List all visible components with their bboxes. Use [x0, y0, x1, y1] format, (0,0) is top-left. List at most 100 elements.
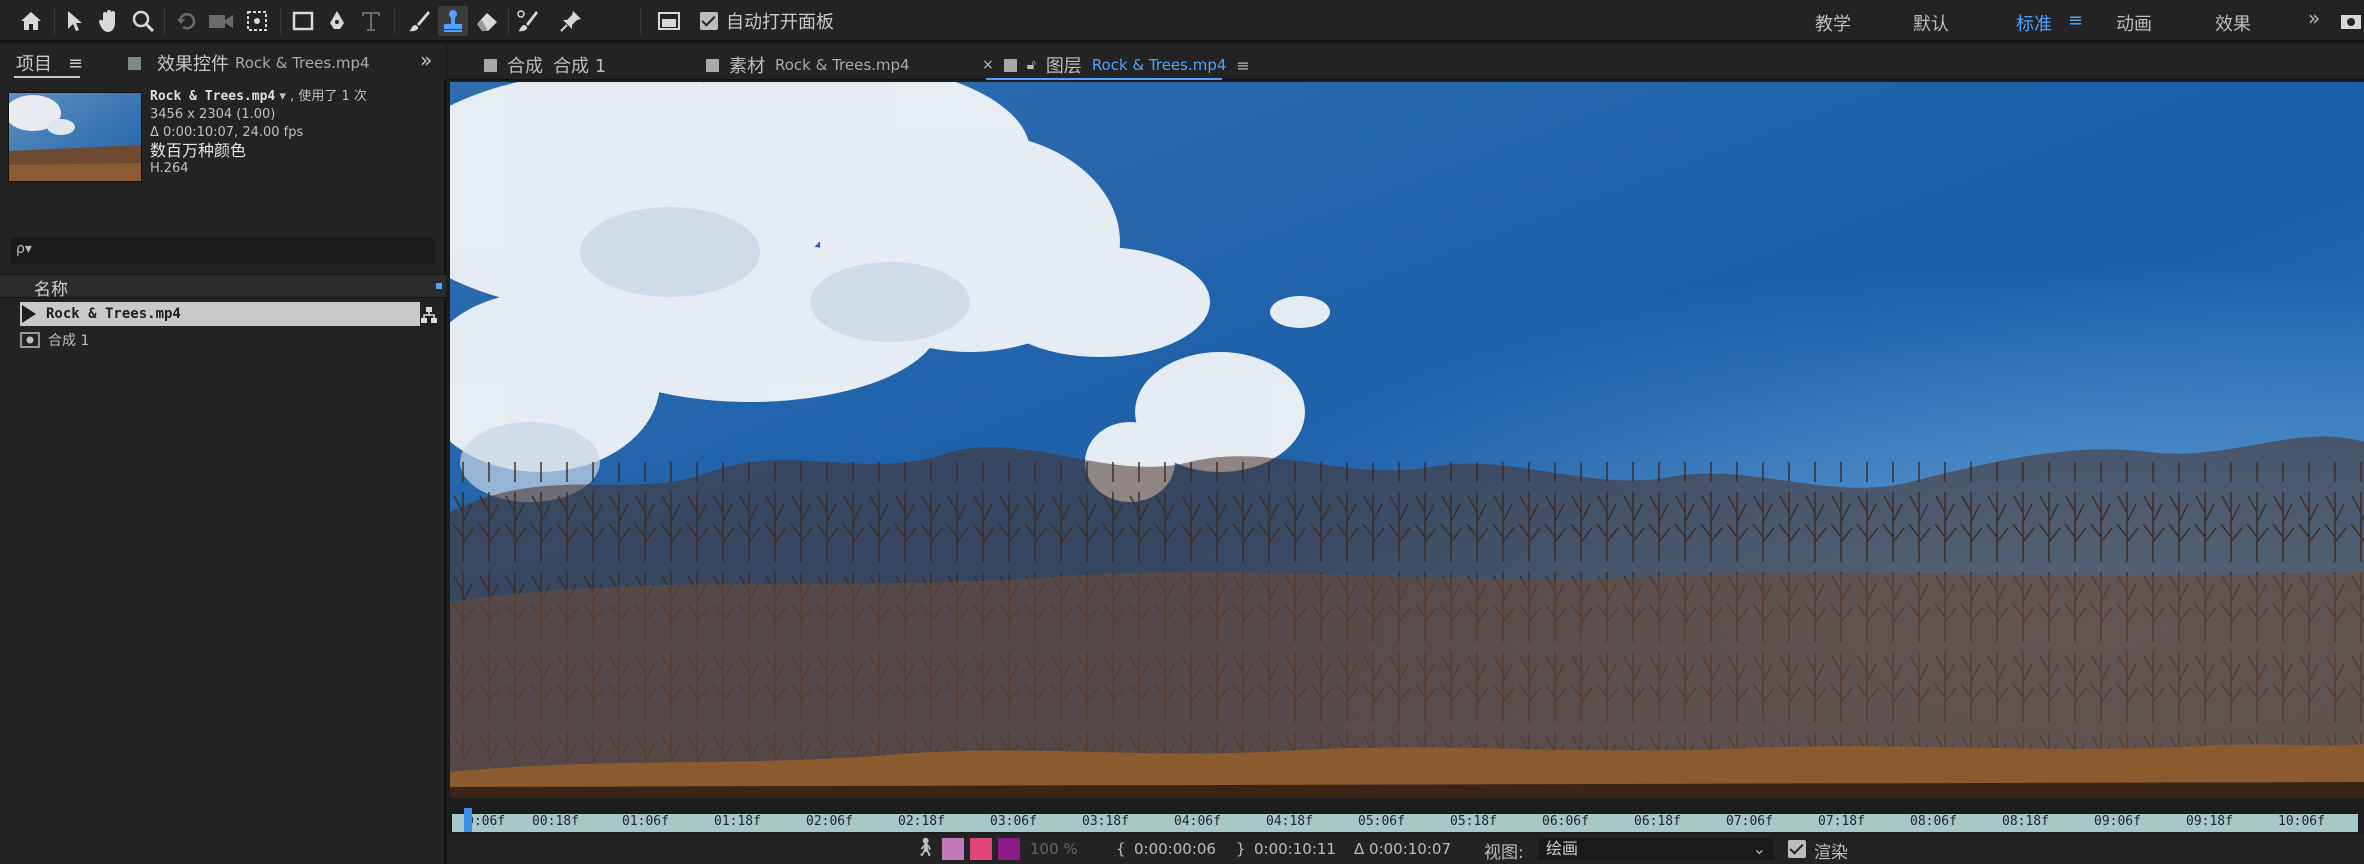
ruler-tick: 01:18f [714, 814, 761, 829]
panel-overflow-icon[interactable]: » [420, 48, 432, 72]
tab-footage-prefix: 素材 [729, 56, 765, 77]
viewer-controls: 🚶︎ 100 % { 0:00:00:06 } 0:00:10:11 Δ 0:0… [448, 834, 2364, 864]
workspace-standard[interactable]: 标准 [2016, 10, 2052, 36]
ruler-tick: 09:06f [2094, 814, 2141, 829]
layer-canvas[interactable] [450, 82, 2364, 798]
tab-project-menu-icon[interactable]: ≡ [68, 53, 83, 74]
hand-icon[interactable] [94, 6, 124, 36]
channel-swatch[interactable] [998, 838, 1020, 860]
pan-behind-icon[interactable] [242, 6, 272, 36]
workspace-effects[interactable]: 效果 [2215, 10, 2251, 36]
ruler-tick: 07:06f [1726, 814, 1773, 829]
workspace-learn[interactable]: 教学 [1815, 10, 1851, 36]
roto-brush-icon[interactable] [514, 6, 544, 36]
footage-name: Rock & Trees.mp4 [150, 89, 276, 104]
active-tab-underline [986, 78, 1222, 80]
video-frame [450, 82, 2364, 798]
time-in[interactable]: 0:00:00:06 [1134, 840, 1216, 858]
ruler-tick: 00:18f [532, 814, 579, 829]
workspace-animation[interactable]: 动画 [2116, 10, 2152, 36]
tab-underline [14, 76, 80, 78]
pen-icon[interactable] [322, 6, 352, 36]
project-panel-tabs: 项目 ≡ 效果控件 Rock & Trees.mp4 » [0, 44, 446, 80]
project-search-input[interactable]: ρ▾ [10, 238, 434, 264]
tab-project[interactable]: 项目 ≡ [16, 50, 83, 76]
ruler-tick: 08:06f [1910, 814, 1957, 829]
ruler-tick: 05:06f [1358, 814, 1405, 829]
workspace-overflow-icon[interactable]: » [2308, 6, 2320, 30]
zoom-level[interactable]: 100 % [1030, 840, 1078, 858]
playhead-handle[interactable] [464, 808, 472, 832]
tab-composition[interactable]: 合成 合成 1 [484, 52, 606, 78]
workspace-menu-icon[interactable]: ≡ [2068, 10, 2083, 31]
view-dropdown[interactable]: 绘画 ⌄ [1538, 838, 1774, 860]
flowchart-icon[interactable] [420, 306, 440, 324]
view-label: 视图: [1484, 843, 1524, 863]
ruler-tick: 10:06f [2278, 814, 2325, 829]
composition-icon [20, 332, 40, 348]
clone-stamp-icon[interactable] [438, 6, 468, 36]
onion-skin-icon[interactable] [942, 838, 964, 860]
ruler-tick: 01:06f [622, 814, 669, 829]
lock-icon[interactable]: 🔓︎ [1027, 57, 1036, 73]
column-header[interactable]: 名称 [0, 274, 446, 300]
eraser-icon[interactable] [472, 6, 502, 36]
panel-icon[interactable] [654, 6, 684, 36]
footage-dimensions: 3456 x 2304 (1.00) [150, 107, 276, 122]
chevron-down-icon: ⌄ [1752, 839, 1766, 858]
home-icon[interactable] [16, 6, 46, 36]
alpha-swatch[interactable] [970, 838, 992, 860]
ruler-tick: 08:18f [2002, 814, 2049, 829]
puppet-pin-icon[interactable] [556, 6, 586, 36]
camera-icon[interactable] [206, 6, 236, 36]
auto-open-label: 自动打开面板 [726, 12, 834, 33]
rectangle-icon[interactable] [288, 6, 318, 36]
tab-layer-label: Rock & Trees.mp4 [1091, 56, 1227, 74]
screenshot-icon[interactable] [2336, 6, 2364, 36]
footage-thumbnail [8, 92, 142, 182]
tab-layer-prefix: 图层 [1045, 56, 1082, 77]
out-point-icon[interactable]: } [1236, 840, 1246, 858]
viewer-tabs: 合成 合成 1 素材 Rock & Trees.mp4 × 🔓︎ 图层 Rock… [448, 44, 2364, 80]
time-out[interactable]: 0:00:10:11 [1254, 840, 1336, 858]
project-item-composition[interactable]: 合成 1 [20, 328, 420, 352]
time-ruler[interactable]: 0:06f 00:18f 01:06f 01:18f 02:06f 02:18f… [452, 798, 2358, 832]
ruler-tick: 02:18f [898, 814, 945, 829]
close-icon[interactable]: × [982, 57, 994, 73]
layer-swatch [1003, 58, 1017, 72]
render-checkbox[interactable] [1788, 840, 1806, 858]
tab-effect-controls-label: 效果控件 [157, 54, 229, 75]
auto-open-checkbox[interactable] [700, 12, 718, 30]
ruler-tick: 07:18f [1818, 814, 1865, 829]
tab-footage-label: Rock & Trees.mp4 [775, 56, 910, 74]
ruler-tick: 03:18f [1082, 814, 1129, 829]
project-item-label: 合成 1 [48, 333, 90, 349]
auto-open-panels[interactable]: 自动打开面板 [700, 10, 834, 33]
footage-dropdown-icon[interactable]: ▾ , [279, 89, 298, 104]
sort-marker-icon [436, 283, 442, 289]
column-header-name: 名称 [34, 280, 68, 300]
workspace-default[interactable]: 默认 [1913, 10, 1949, 36]
effect-controls-swatch [128, 56, 141, 70]
in-point-icon[interactable]: { [1116, 840, 1126, 858]
rotate-icon[interactable] [172, 6, 202, 36]
tab-composition-prefix: 合成 [507, 56, 543, 77]
layer-viewer-panel: 合成 合成 1 素材 Rock & Trees.mp4 × 🔓︎ 图层 Rock… [448, 44, 2364, 864]
project-item-footage[interactable]: Rock & Trees.mp4 [20, 302, 420, 326]
ruler-tick: 06:18f [1634, 814, 1681, 829]
ruler-tick: 02:06f [806, 814, 853, 829]
text-icon[interactable] [356, 6, 386, 36]
selection-icon[interactable] [60, 6, 90, 36]
brush-icon[interactable] [404, 6, 434, 36]
zoom-icon[interactable] [128, 6, 158, 36]
duration-readout: Δ 0:00:10:07 [1354, 840, 1451, 858]
tab-effect-controls-file: Rock & Trees.mp4 [235, 54, 370, 72]
tab-layer[interactable]: × 🔓︎ 图层 Rock & Trees.mp4 ≡ [982, 52, 1250, 78]
footage-icon [22, 305, 36, 323]
puppet-figure-icon[interactable]: 🚶︎ [914, 837, 937, 858]
tab-layer-menu-icon[interactable]: ≡ [1236, 56, 1249, 75]
tab-footage[interactable]: 素材 Rock & Trees.mp4 [706, 52, 910, 78]
tab-effect-controls[interactable]: 效果控件 Rock & Trees.mp4 [128, 50, 370, 76]
footage-swatch [706, 58, 719, 72]
ruler-tick: 03:06f [990, 814, 1037, 829]
